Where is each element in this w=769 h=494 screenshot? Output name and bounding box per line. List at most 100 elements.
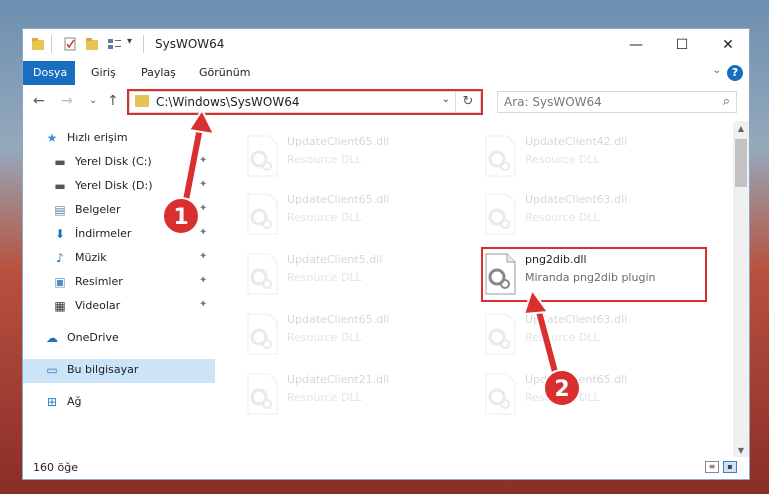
file-description: Resource DLL <box>287 271 362 284</box>
sidebar-item-onedrive[interactable]: ☁ OneDrive <box>23 327 215 351</box>
close-button[interactable]: ✕ <box>705 29 749 61</box>
sidebar-item-quick-access[interactable]: ★ Hızlı erişim <box>23 127 215 151</box>
details-view-icon[interactable]: ≡ <box>705 461 719 473</box>
sidebar-item-pictures[interactable]: ▣ Resimler ✦ <box>23 271 215 295</box>
new-folder-icon[interactable] <box>85 37 99 51</box>
tab-file[interactable]: Dosya <box>23 61 75 85</box>
sidebar-item-music[interactable]: ♪ Müzik ✦ <box>23 247 215 271</box>
pin-icon[interactable]: ✦ <box>199 203 207 214</box>
file-item[interactable]: UpdateClient65.dll Resource DLL <box>477 365 707 423</box>
sidebar-item-label: Müzik <box>75 251 107 264</box>
dll-file-icon <box>485 193 516 235</box>
file-item[interactable]: UpdateClient42.dll Resource DLL <box>477 127 707 185</box>
pin-icon[interactable]: ✦ <box>199 155 207 166</box>
sidebar-item-label: Bu bilgisayar <box>67 363 139 376</box>
properties-icon[interactable] <box>63 37 77 51</box>
title-bar: ▾ SysWOW64 — ☐ ✕ <box>23 29 749 61</box>
dll-file-icon <box>485 135 516 177</box>
sidebar-item-label: Yerel Disk (C:) <box>75 155 152 168</box>
large-icons-view-icon[interactable]: ▪ <box>723 461 737 473</box>
navigation-pane: ★ Hızlı erişim ▬ Yerel Disk (C:) ✦ ▬ Yer… <box>23 121 215 451</box>
drive-icon: ▬ <box>54 179 66 193</box>
file-name: UpdateClient21.dll <box>287 373 390 386</box>
sidebar-item-label: Belgeler <box>75 203 121 216</box>
file-item[interactable]: UpdateClient63.dll Resource DLL <box>477 305 707 363</box>
back-button[interactable]: ← <box>33 93 45 109</box>
sidebar-item-label: Yerel Disk (D:) <box>75 179 153 192</box>
file-description: Resource DLL <box>525 211 600 224</box>
pin-icon[interactable]: ✦ <box>199 275 207 286</box>
tab-home[interactable]: Giriş <box>81 61 126 85</box>
star-icon: ★ <box>46 131 58 145</box>
file-list: UpdateClient65.dll Resource DLL UpdateCl… <box>219 121 731 451</box>
dll-file-icon <box>485 313 516 355</box>
file-description: Resource DLL <box>287 153 362 166</box>
sidebar-item-this-pc[interactable]: ▭ Bu bilgisayar <box>23 359 215 383</box>
sidebar-item-videos[interactable]: ▦ Videolar ✦ <box>23 295 215 319</box>
file-name: UpdateClient65.dll <box>287 135 390 148</box>
sidebar-item-local-disk-d[interactable]: ▬ Yerel Disk (D:) ✦ <box>23 175 215 199</box>
pin-icon[interactable]: ✦ <box>199 251 207 262</box>
sidebar-item-label: Resimler <box>75 275 123 288</box>
up-button[interactable]: ↑ <box>107 93 119 109</box>
file-item[interactable]: UpdateClient63.dll Resource DLL <box>477 185 707 243</box>
sidebar-item-label: Ağ <box>67 395 82 408</box>
callout-step-2: 2 <box>543 369 581 407</box>
sidebar-item-label: OneDrive <box>67 331 119 344</box>
cloud-icon: ☁ <box>46 331 58 345</box>
separator <box>143 35 144 53</box>
dll-file-icon <box>247 253 278 295</box>
tab-view[interactable]: Görünüm <box>189 61 260 85</box>
sidebar-item-local-disk-c[interactable]: ▬ Yerel Disk (C:) ✦ <box>23 151 215 175</box>
ribbon-tabs: Dosya Giriş Paylaş Görünüm ⌄ ? <box>23 61 749 86</box>
file-description: Resource DLL <box>287 331 362 344</box>
search-icon[interactable]: ⌕ <box>723 94 730 109</box>
file-name: UpdateClient65.dll <box>287 313 390 326</box>
pin-icon[interactable]: ✦ <box>199 299 207 310</box>
dll-file-icon <box>247 193 278 235</box>
sidebar-item-label: İndirmeler <box>75 227 132 240</box>
file-description: Resource DLL <box>287 211 362 224</box>
file-description: Resource DLL <box>525 153 600 166</box>
music-icon: ♪ <box>56 251 64 265</box>
forward-button[interactable]: → <box>61 93 73 109</box>
file-name: UpdateClient42.dll <box>525 135 628 148</box>
scroll-up-icon[interactable]: ▲ <box>733 121 749 137</box>
quick-access-dropdown-icon[interactable]: ▾ <box>127 36 132 47</box>
customize-toolbar-icon[interactable] <box>107 37 123 51</box>
folder-icon[interactable] <box>31 37 45 51</box>
window-title: SysWOW64 <box>155 37 225 51</box>
separator <box>51 35 52 53</box>
file-item[interactable]: UpdateClient21.dll Resource DLL <box>239 365 469 423</box>
search-input[interactable]: Ara: SysWOW64 <box>504 95 602 109</box>
documents-icon: ▤ <box>54 203 66 217</box>
sidebar-item-label: Hızlı erişim <box>67 131 128 144</box>
pin-icon[interactable]: ✦ <box>199 227 207 238</box>
scroll-thumb[interactable] <box>735 139 747 187</box>
ribbon-expand-icon[interactable]: ⌄ <box>713 65 721 76</box>
vertical-scrollbar[interactable]: ▲ ▼ <box>733 121 749 459</box>
minimize-button[interactable]: — <box>613 29 659 61</box>
sidebar-item-network[interactable]: ⊞ Ağ <box>23 391 215 415</box>
computer-icon: ▭ <box>46 363 58 377</box>
help-icon[interactable]: ? <box>727 65 743 81</box>
file-explorer-window: ▾ SysWOW64 — ☐ ✕ Dosya Giriş Paylaş Görü… <box>22 28 750 480</box>
file-item[interactable]: UpdateClient65.dll Resource DLL <box>239 185 469 243</box>
drive-icon: ▬ <box>54 155 66 169</box>
item-count: 160 öğe <box>33 461 78 474</box>
network-icon: ⊞ <box>46 395 58 409</box>
file-name: UpdateClient63.dll <box>525 313 628 326</box>
file-item[interactable]: UpdateClient65.dll Resource DLL <box>239 305 469 363</box>
file-name: UpdateClient5.dll <box>287 253 383 266</box>
pin-icon[interactable]: ✦ <box>199 179 207 190</box>
file-item[interactable]: UpdateClient65.dll Resource DLL <box>239 127 469 185</box>
recent-locations-button[interactable]: ⌄ <box>89 95 97 106</box>
callout-step-1: 1 <box>162 197 200 235</box>
maximize-button[interactable]: ☐ <box>659 29 705 61</box>
file-item[interactable]: UpdateClient5.dll Resource DLL <box>239 245 469 303</box>
file-name: UpdateClient65.dll <box>287 193 390 206</box>
download-icon: ⬇ <box>54 227 66 241</box>
address-highlight-box <box>127 89 483 115</box>
search-box[interactable]: Ara: SysWOW64 ⌕ <box>497 91 737 113</box>
tab-share[interactable]: Paylaş <box>131 61 186 85</box>
